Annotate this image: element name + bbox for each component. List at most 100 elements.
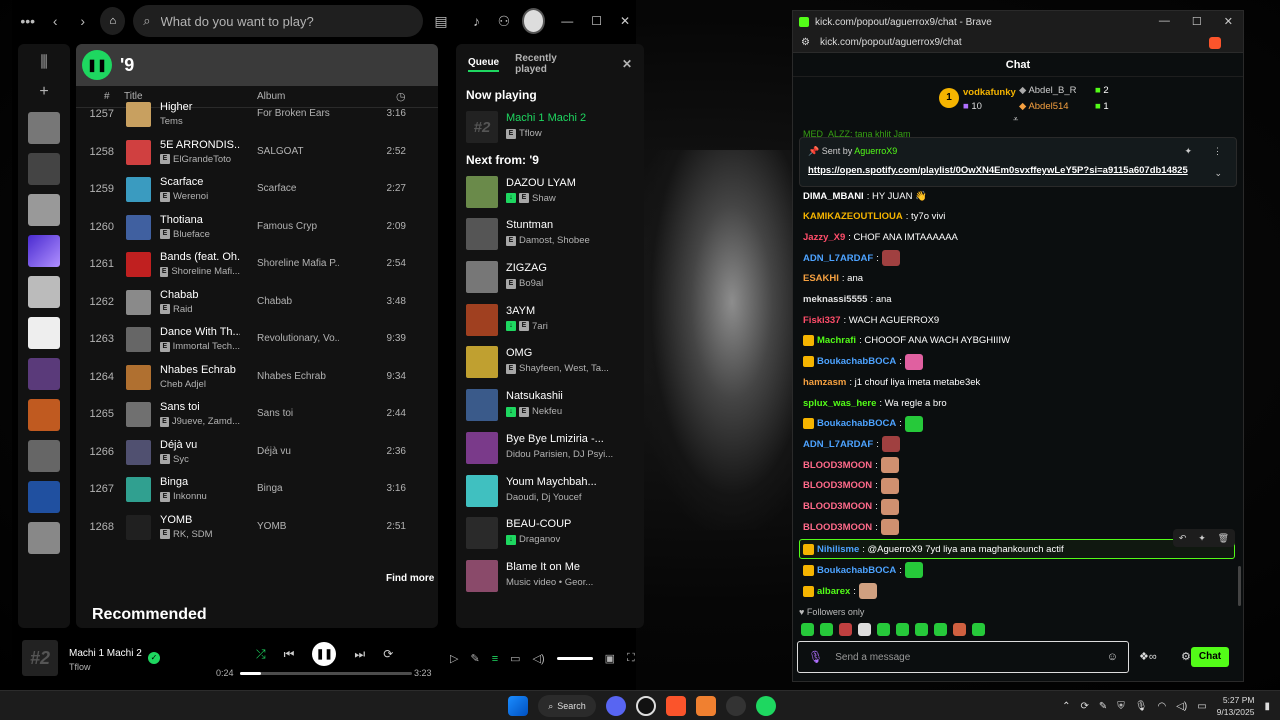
track-title[interactable]: Blame It on Me (506, 561, 634, 573)
chevron-down-icon[interactable]: ⌄ (1214, 168, 1222, 179)
track-title[interactable]: 3AYM (506, 305, 634, 317)
table-row[interactable]: 1257 Higher Tems For Broken Ears 3:16 (76, 96, 438, 134)
track-title[interactable]: Chabab (160, 289, 240, 301)
delete-icon[interactable]: 🗑 (1218, 533, 1229, 544)
previous-icon[interactable]: ⏮ (284, 647, 295, 662)
find-more-link[interactable]: Find more (386, 573, 434, 584)
close-icon[interactable]: ✕ (1224, 15, 1233, 28)
queue-item[interactable]: Youm Maychbah... Daoudi, Dj Youcef (456, 470, 644, 513)
track-title[interactable]: Nhabes Echrab (160, 364, 240, 376)
emote-icon[interactable] (881, 250, 900, 267)
track-title[interactable]: DAZOU LYAM (506, 177, 634, 189)
address-bar[interactable]: ⚙ kick.com/popout/aguerrox9/chat (793, 33, 1243, 53)
library-item[interactable] (28, 235, 60, 267)
track-artist[interactable]: E Immortal Tech... (160, 341, 240, 352)
track-title[interactable]: Dance With Th... (160, 326, 240, 338)
chat-message[interactable]: BoukachabBOCA: (803, 415, 923, 433)
emote-icon[interactable] (904, 562, 923, 578)
emoji-icon[interactable]: ☺ (1107, 651, 1118, 663)
track-title[interactable]: OMG (506, 347, 634, 359)
emote-icon[interactable] (839, 623, 852, 636)
pin-icon[interactable]: ✦ (1198, 533, 1206, 544)
track-title[interactable]: Stuntman (506, 219, 634, 231)
site-settings-icon[interactable]: ⚙ (801, 37, 810, 48)
track-album[interactable]: Famous Cryp (257, 221, 339, 232)
emote-icon[interactable] (896, 623, 909, 636)
track-album[interactable]: Chabab (257, 296, 339, 307)
browse-icon[interactable]: ▤ (431, 10, 450, 32)
library-item[interactable] (28, 317, 60, 349)
clock[interactable]: 5:27 PM 9/13/2025 (1217, 694, 1255, 718)
library-item[interactable] (28, 358, 60, 390)
now-playing-artist[interactable]: Tflow (69, 662, 91, 672)
chat-message[interactable]: albarex: (803, 582, 877, 600)
track-artist[interactable]: Tems (160, 116, 240, 127)
track-title[interactable]: Sans toi (160, 401, 240, 413)
tab-queue[interactable]: Queue (468, 57, 500, 72)
table-row[interactable]: 1259 Scarface E Werenoi Scarface 2:27 (76, 171, 438, 209)
now-playing-view-icon[interactable]: ▷ (450, 652, 458, 665)
menu-icon[interactable]: ⋮ (1213, 146, 1222, 157)
track-title[interactable]: 5E ARRONDIS... (160, 139, 240, 151)
chat-username[interactable]: BLOOD3MOON (803, 480, 872, 491)
leader-second-name[interactable]: ◆ Abdel_B_R (1019, 85, 1077, 96)
track-title[interactable]: ZIGZAG (506, 262, 634, 274)
table-row[interactable]: 1263 Dance With Th... E Immortal Tech... Rev… (76, 321, 438, 359)
track-artist[interactable]: E ElGrandeToto (160, 154, 240, 165)
expand-icon[interactable]: ⩡ (1013, 114, 1018, 125)
now-playing-item[interactable]: #2 Machi 1 Machi 2 E Tflow (456, 106, 644, 149)
pen-icon[interactable]: ✎ (1099, 701, 1107, 712)
avatar[interactable] (521, 8, 546, 34)
track-album[interactable]: Revolutionary, Vo... (257, 333, 339, 344)
chat-username[interactable]: BoukachabBOCA (817, 418, 896, 429)
chat-message[interactable]: BoukachabBOCA: (803, 353, 923, 371)
progress-bar[interactable] (240, 672, 412, 675)
track-artist[interactable]: Daoudi, Dj Youcef (506, 492, 634, 503)
brave-shields-icon[interactable] (1209, 37, 1221, 49)
emote-icon[interactable] (915, 623, 928, 636)
track-artist[interactable]: ↓ E Nekfeu (506, 406, 634, 417)
home-icon[interactable]: ⌂ (100, 7, 126, 35)
library-item[interactable] (28, 440, 60, 472)
settings-icon[interactable]: ⚙ (1181, 650, 1191, 663)
track-artist[interactable]: Music video • Geor... (506, 577, 634, 588)
queue-item[interactable]: OMG E Shayfeen, West, Ta... (456, 341, 644, 384)
track-album[interactable]: Sans toi (257, 408, 339, 419)
table-row[interactable]: 1261 Bands (feat. Oh... E Shoreline Mafi...… (76, 246, 438, 284)
lyrics-icon[interactable]: ✎ (470, 652, 479, 665)
chat-message[interactable]: KAMIKAZEOUTLIOUA: ty7o vivi (803, 208, 945, 226)
mic-icon[interactable]: 🎙 (808, 650, 823, 664)
track-artist[interactable]: E Tflow (506, 128, 634, 139)
track-title[interactable]: Higher (160, 101, 240, 113)
chat-message[interactable]: meknassi5555: ana (803, 291, 892, 309)
emote-icon[interactable] (972, 623, 985, 636)
queue-item[interactable]: Stuntman E Damost, Shobee (456, 213, 644, 256)
saved-check-icon[interactable]: ✓ (148, 652, 160, 664)
next-icon[interactable]: ⏭ (354, 647, 365, 662)
now-playing-title[interactable]: Machi 1 Machi 2 (69, 648, 142, 659)
notification-icon[interactable]: ▮ (1264, 701, 1270, 712)
queue-item[interactable]: Natsukashii ↓ E Nekfeu (456, 384, 644, 427)
mic-icon[interactable]: 🎙 (1135, 701, 1148, 712)
queue-item[interactable]: DAZOU LYAM ↓ E Shaw (456, 171, 644, 214)
brave-icon[interactable] (666, 696, 686, 716)
library-item[interactable] (28, 399, 60, 431)
emote-icon[interactable] (801, 623, 814, 636)
search-bar[interactable]: ⌕ (133, 5, 424, 37)
minimize-icon[interactable]: — (1159, 15, 1170, 28)
battery-icon[interactable]: ▭ (1197, 701, 1206, 712)
track-album[interactable]: Déjà vu (257, 446, 339, 457)
sync-icon[interactable]: ⟳ (1080, 701, 1088, 712)
track-artist[interactable]: E Syc (160, 454, 240, 465)
emote-icon[interactable] (881, 436, 900, 453)
app-dots-icon[interactable] (726, 696, 746, 716)
table-row[interactable]: 1265 Sans toi E J9ueve, Zamd... Sans toi 2:44 (76, 396, 438, 434)
chat-message[interactable]: Fiski337: WACH AGUERROX9 (803, 311, 939, 329)
chat-message[interactable]: BLOOD3MOON: (803, 456, 899, 474)
pinned-link[interactable]: https://open.spotify.com/playlist/0OwXN4… (808, 165, 1188, 176)
chat-message[interactable]: ESAKHI: ana (803, 270, 863, 288)
table-row[interactable]: 1262 Chabab E Raid Chabab 3:48 (76, 284, 438, 322)
miniplayer-icon[interactable]: ▣ (605, 652, 615, 665)
chat-username[interactable]: ADN_L7ARDAF (803, 439, 873, 450)
add-icon[interactable]: + (39, 83, 48, 103)
